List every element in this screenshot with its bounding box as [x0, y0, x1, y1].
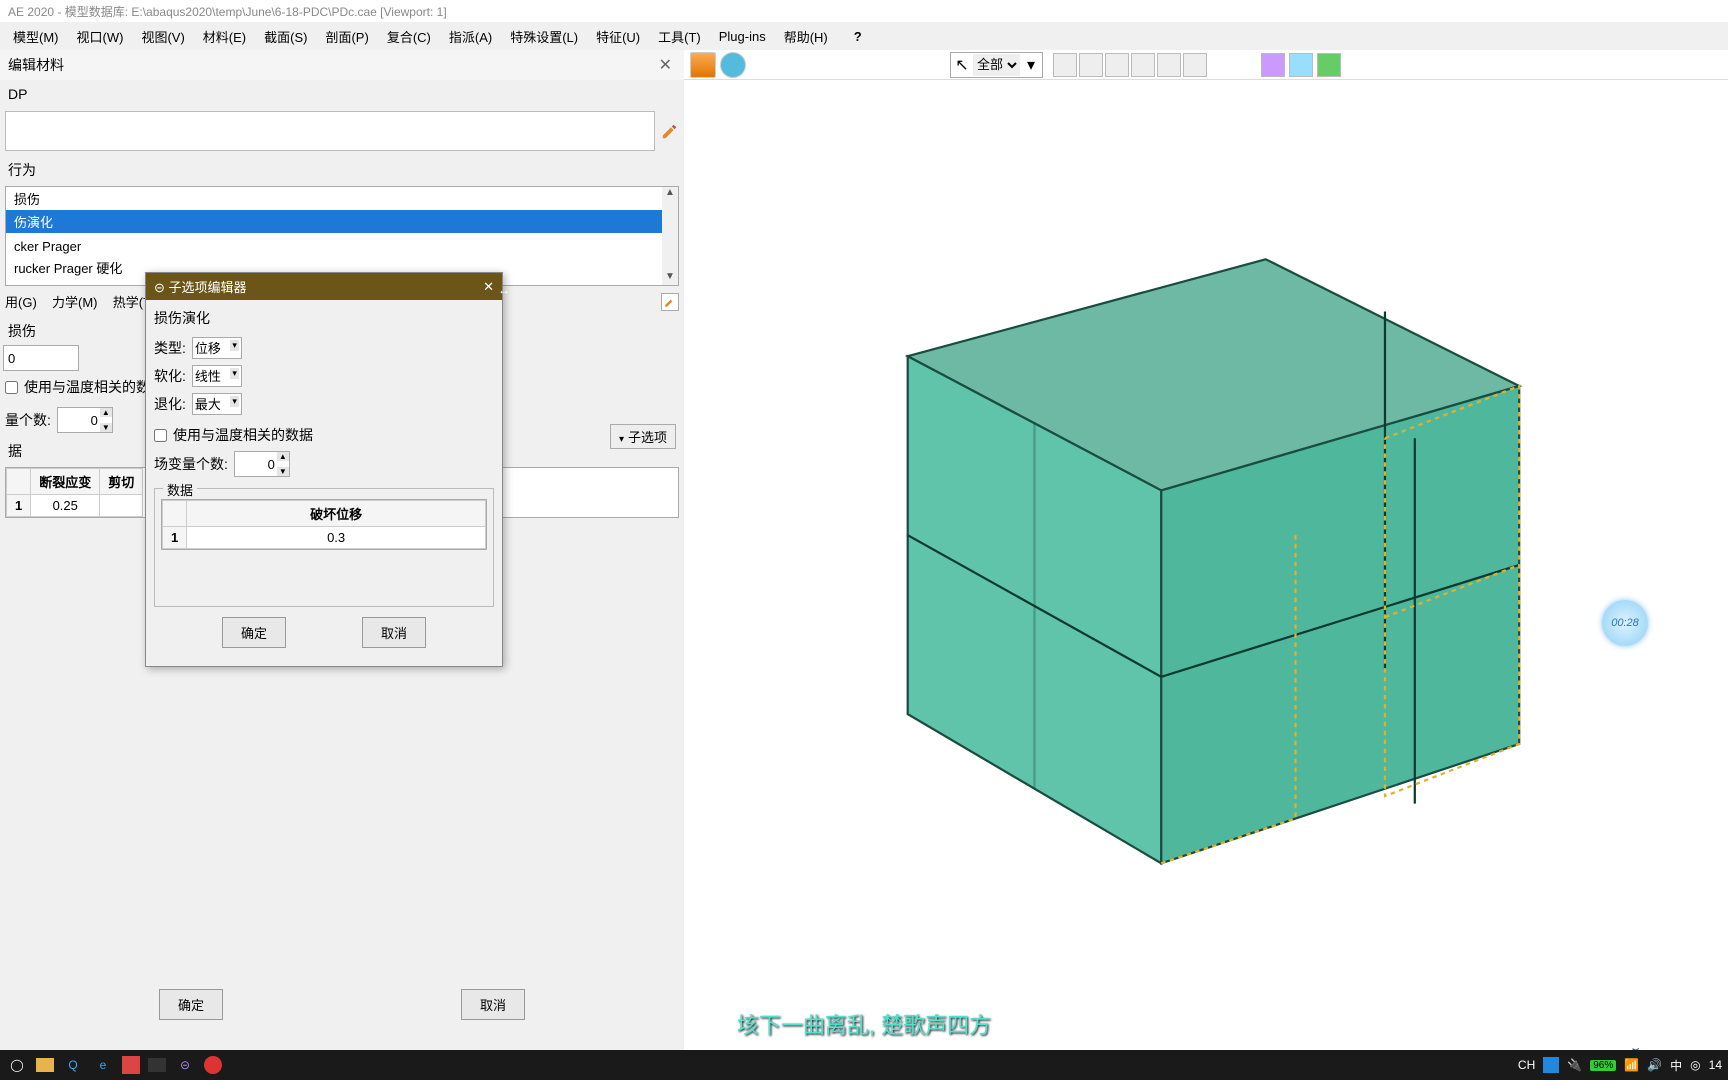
suboption-button[interactable]: 子选项 [610, 424, 676, 449]
tool-icon[interactable] [1183, 53, 1207, 77]
explorer-icon[interactable] [36, 1058, 54, 1072]
ok-button[interactable]: 确定 [159, 989, 223, 1020]
menu-model[interactable]: 模型(M) [5, 23, 67, 50]
tab-mechanics[interactable]: 力学(M) [52, 292, 98, 311]
selection-scope[interactable]: ↖ 全部 ▾ [950, 52, 1043, 78]
field-var-label: 量个数: [5, 410, 51, 430]
material-editor-panel: 编辑材料 ✕ DP 行为 损伤 伤演化 cker Prager rucker P… [0, 50, 684, 1080]
network-icon[interactable]: 📶 [1624, 1058, 1639, 1072]
qq-icon[interactable]: Q [62, 1054, 84, 1076]
menu-bar: 模型(M) 视口(W) 视图(V) 材料(E) 截面(S) 剖面(P) 复合(C… [0, 22, 1728, 50]
menu-material[interactable]: 材料(E) [195, 23, 254, 50]
terminal-icon[interactable] [148, 1058, 166, 1072]
soften-select[interactable]: 线性 [192, 365, 242, 387]
sd-fieldvar-label: 场变量个数: [154, 454, 228, 474]
info-icon[interactable] [720, 52, 746, 78]
behavior-item-selected[interactable]: 伤演化 [6, 210, 678, 233]
tray-icon[interactable] [1543, 1057, 1559, 1073]
context-help-icon[interactable]: ? [846, 25, 870, 48]
plug-icon: 🔌 [1567, 1058, 1582, 1072]
sd-ok-button[interactable]: 确定 [222, 617, 286, 648]
behavior-item[interactable]: cker Prager [6, 237, 678, 256]
data-group-label: 数据 [163, 480, 197, 499]
menu-special[interactable]: 特殊设置(L) [502, 23, 586, 50]
tool-icon[interactable] [1079, 53, 1103, 77]
type-label: 类型: [154, 338, 186, 358]
damage-evolution-label: 损伤演化 [154, 308, 494, 328]
cancel-button[interactable]: 取消 [461, 989, 525, 1020]
battery-indicator[interactable]: 96% [1590, 1060, 1616, 1071]
music-icon[interactable] [204, 1056, 222, 1074]
sd-fieldvar-spinner[interactable]: 0▲▼ [234, 451, 290, 477]
suboption-dialog-title: ⊝ 子选项编辑器 [154, 277, 247, 296]
resize-cursor-icon: ↔ [498, 283, 510, 297]
eclipse-icon[interactable]: ⊝ [174, 1054, 196, 1076]
assembly-icon[interactable] [690, 52, 716, 78]
edge-icon[interactable]: e [92, 1054, 114, 1076]
menu-assign[interactable]: 指派(A) [441, 23, 500, 50]
edit-icon[interactable] [661, 122, 679, 140]
sd-temp-checkbox[interactable] [154, 429, 167, 442]
sd-cancel-button[interactable]: 取消 [362, 617, 426, 648]
tool-icon[interactable] [1131, 53, 1155, 77]
app-icon[interactable] [122, 1056, 140, 1074]
tab-general[interactable]: 用(G) [5, 292, 37, 311]
close-icon[interactable]: ✕ [483, 279, 494, 295]
chevron-down-icon[interactable]: ▾ [1020, 55, 1042, 75]
material-name-label: DP [0, 80, 684, 108]
temp-data-checkbox[interactable] [5, 381, 18, 394]
display-icon[interactable] [1261, 53, 1285, 77]
type-select[interactable]: 位移 [192, 337, 242, 359]
menu-section[interactable]: 截面(S) [256, 23, 315, 50]
behavior-label: 行为 [0, 154, 684, 186]
suboption-dialog: ⊝ 子选项编辑器 ✕ ↔ 损伤演化 类型:位移 软化:线性 退化:最大 使用与温… [145, 272, 503, 667]
material-description-input[interactable] [5, 111, 655, 151]
tool-icon[interactable] [1105, 53, 1129, 77]
close-icon[interactable]: ✕ [655, 55, 676, 75]
edit-icon[interactable] [661, 293, 679, 311]
scrollbar[interactable]: ▲▼ [662, 187, 678, 285]
tool-icon[interactable] [1157, 53, 1181, 77]
behavior-item[interactable]: 损伤 [6, 187, 678, 210]
taskbar[interactable]: ◯ Q e ⊝ CH 🔌 96% 📶 🔊 中 ◎ 14 [0, 1050, 1728, 1080]
tool-icon[interactable] [1053, 53, 1077, 77]
cursor-icon: ↖ [951, 55, 973, 75]
ime-indicator[interactable]: 中 [1670, 1057, 1682, 1074]
ime-lang[interactable]: CH [1518, 1058, 1535, 1072]
scope-select[interactable]: 全部 [973, 54, 1020, 76]
start-icon[interactable]: ◯ [6, 1054, 28, 1076]
menu-feature[interactable]: 特征(U) [588, 23, 648, 50]
volume-icon[interactable]: 🔊 [1647, 1058, 1662, 1072]
sd-temp-label: 使用与温度相关的数据 [173, 425, 313, 445]
menu-viewport[interactable]: 视口(W) [69, 23, 132, 50]
soften-label: 软化: [154, 366, 186, 386]
behavior-list[interactable]: 损伤 伤演化 cker Prager rucker Prager 硬化 ▲▼ [5, 186, 679, 286]
menu-composite[interactable]: 复合(C) [379, 23, 439, 50]
menu-view[interactable]: 视图(V) [133, 23, 192, 50]
viewport-toolbar: ↖ 全部 ▾ [684, 50, 1728, 80]
tray-icon[interactable]: ◎ [1690, 1058, 1700, 1072]
damage-input[interactable] [3, 345, 79, 371]
clock[interactable]: 14 [1709, 1058, 1722, 1072]
menu-tool[interactable]: 工具(T) [650, 23, 709, 50]
display-icon[interactable] [1289, 53, 1313, 77]
menu-help[interactable]: 帮助(H) [776, 23, 836, 50]
window-title: AE 2020 - 模型数据库: E:\abaqus2020\temp\June… [0, 0, 1728, 22]
material-editor-title: 编辑材料 [8, 55, 64, 75]
degrade-select[interactable]: 最大 [192, 393, 242, 415]
menu-plugins[interactable]: Plug-ins [711, 25, 774, 48]
viewport-panel: ↖ 全部 ▾ [684, 50, 1728, 1080]
degrade-label: 退化: [154, 394, 186, 414]
display-icon[interactable] [1317, 53, 1341, 77]
menu-profile[interactable]: 剖面(P) [317, 23, 376, 50]
timer-badge: 00:28 [1602, 600, 1648, 646]
sd-data-table[interactable]: 破坏位移 10.3 [161, 499, 487, 550]
3d-viewport[interactable] [684, 110, 1728, 1020]
video-subtitle: 垓下一曲离乱, 楚歌声四方 [737, 1008, 991, 1040]
temp-data-label: 使用与温度相关的数据 [24, 377, 164, 397]
field-var-spinner[interactable]: 0▲▼ [57, 407, 113, 433]
